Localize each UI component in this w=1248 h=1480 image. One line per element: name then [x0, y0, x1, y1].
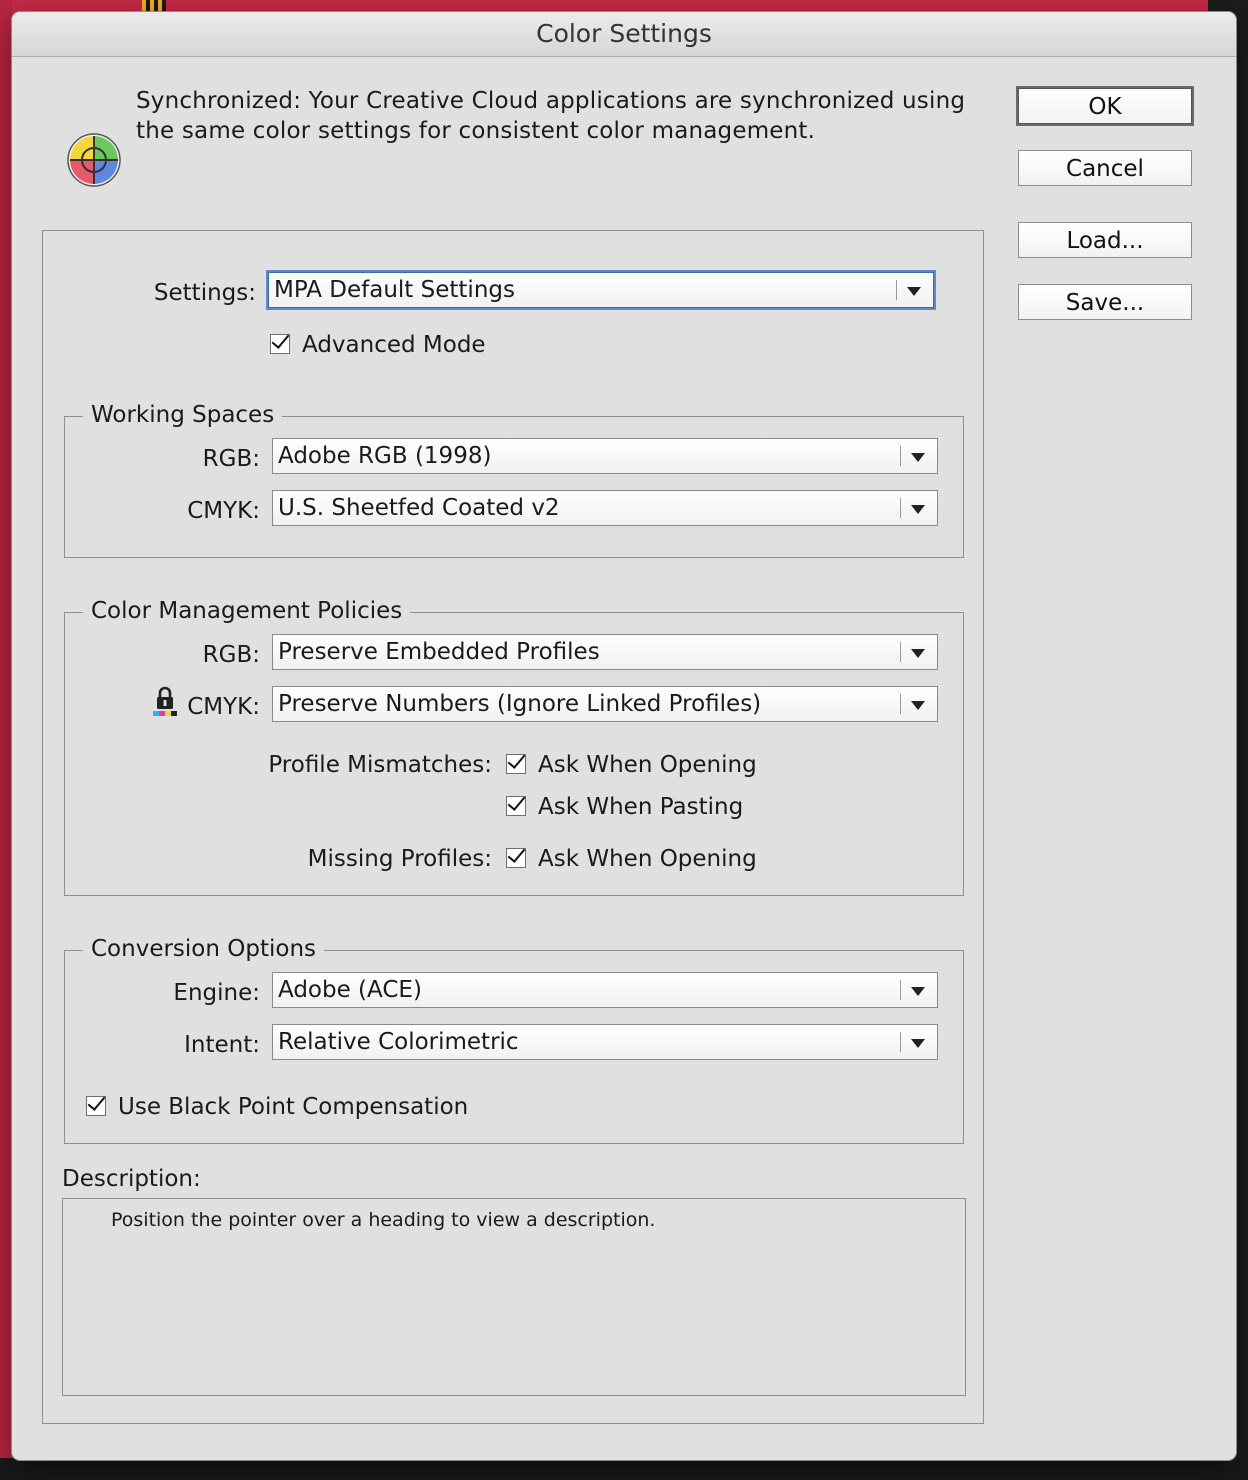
policy-rgb-select[interactable]: Preserve Embedded Profiles — [272, 634, 938, 670]
ok-button[interactable]: OK — [1018, 88, 1192, 124]
select-separator — [896, 280, 897, 300]
intent-value: Relative Colorimetric — [278, 1029, 519, 1055]
policy-cmyk-select[interactable]: Preserve Numbers (Ignore Linked Profiles… — [272, 686, 938, 722]
chevron-down-icon — [911, 453, 925, 462]
settings-value: MPA Default Settings — [274, 277, 515, 303]
select-separator — [900, 980, 901, 1000]
engine-label: Engine: — [173, 980, 260, 1006]
working-cmyk-select[interactable]: U.S. Sheetfed Coated v2 — [272, 490, 938, 526]
settings-select[interactable]: MPA Default Settings — [268, 272, 934, 308]
working-cmyk-label: CMYK: — [187, 498, 260, 524]
color-wheel-icon — [67, 133, 121, 187]
engine-value: Adobe (ACE) — [278, 977, 422, 1003]
select-separator — [900, 446, 901, 466]
select-separator — [900, 1032, 901, 1052]
working-rgb-select[interactable]: Adobe RGB (1998) — [272, 438, 938, 474]
load-button[interactable]: Load... — [1018, 222, 1192, 258]
working-spaces-title[interactable]: Working Spaces — [83, 400, 283, 430]
chevron-down-icon — [911, 505, 925, 514]
settings-label: Settings: — [153, 280, 256, 306]
missing-profiles-label: Missing Profiles: — [307, 846, 492, 872]
checkbox-checked — [506, 848, 526, 868]
chevron-down-icon — [911, 987, 925, 996]
chevron-down-icon — [911, 1039, 925, 1048]
policy-cmyk-label: CMYK: — [187, 694, 260, 720]
intent-label: Intent: — [184, 1032, 260, 1058]
black-point-compensation-label: Use Black Point Compensation — [118, 1094, 469, 1120]
engine-select[interactable]: Adobe (ACE) — [272, 972, 938, 1008]
chevron-down-icon — [907, 287, 921, 296]
chevron-down-icon — [911, 701, 925, 710]
select-separator — [900, 642, 901, 662]
description-text: Position the pointer over a heading to v… — [111, 1209, 656, 1231]
conversion-title[interactable]: Conversion Options — [83, 934, 325, 964]
checkbox-checked — [506, 796, 526, 816]
chevron-down-icon — [911, 649, 925, 658]
sync-message: Synchronized: Your Creative Cloud applic… — [136, 88, 966, 144]
background-bottom — [0, 1458, 1248, 1480]
intent-select[interactable]: Relative Colorimetric — [272, 1024, 938, 1060]
missing-ask-opening-label: Ask When Opening — [538, 846, 757, 872]
checkbox-checked — [506, 754, 526, 774]
select-separator — [900, 694, 901, 714]
policies-title[interactable]: Color Management Policies — [83, 596, 411, 626]
profile-mismatches-label: Profile Mismatches: — [268, 752, 492, 778]
color-settings-dialog: Color Settings Synchronized: Your Creati… — [12, 12, 1236, 1460]
mismatch-ask-opening-label: Ask When Opening — [538, 752, 757, 778]
policy-rgb-label: RGB: — [202, 642, 260, 668]
select-separator — [900, 498, 901, 518]
mismatch-ask-pasting-label: Ask When Pasting — [538, 794, 744, 820]
working-rgb-label: RGB: — [202, 446, 260, 472]
checkbox-checked — [86, 1096, 106, 1116]
save-button[interactable]: Save... — [1018, 284, 1192, 320]
description-label: Description: — [62, 1166, 201, 1192]
policy-rgb-value: Preserve Embedded Profiles — [278, 639, 600, 665]
description-box: Position the pointer over a heading to v… — [62, 1198, 966, 1396]
policy-cmyk-value: Preserve Numbers (Ignore Linked Profiles… — [278, 691, 762, 717]
background-left — [0, 0, 12, 1480]
working-rgb-value: Adobe RGB (1998) — [278, 443, 492, 469]
window-title: Color Settings — [12, 12, 1236, 57]
working-cmyk-value: U.S. Sheetfed Coated v2 — [278, 495, 560, 521]
checkbox-checked — [270, 334, 290, 354]
cancel-button[interactable]: Cancel — [1018, 150, 1192, 186]
advanced-mode-label: Advanced Mode — [302, 332, 486, 358]
